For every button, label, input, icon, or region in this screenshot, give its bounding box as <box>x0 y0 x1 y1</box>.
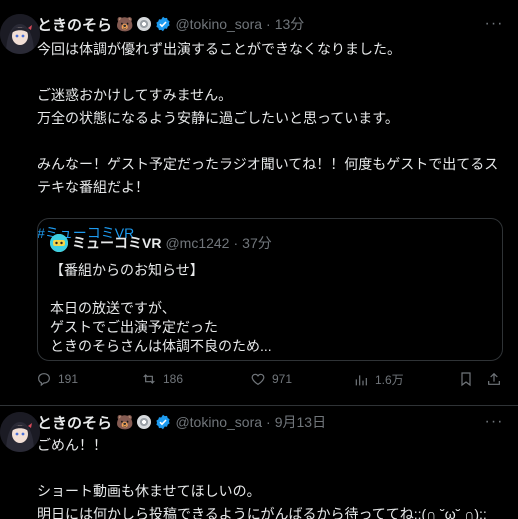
tweet[interactable]: ときのそら 🐻 @tokino_sora · 9月13日 ··· ごめん！！ シ… <box>0 406 518 519</box>
display-name[interactable]: ときのそら <box>37 412 112 433</box>
tweet[interactable]: ときのそら 🐻 @tokino_sora · 13分 ··· 今回は体調が優れず… <box>0 0 518 406</box>
timestamp[interactable]: 9月13日 <box>275 412 326 432</box>
views-button[interactable]: 1.6万 <box>353 371 404 388</box>
handle[interactable]: @tokino_sora <box>175 414 262 430</box>
text-line: ときのそらさんは体調不良のため... <box>50 338 272 354</box>
views-icon <box>355 374 367 385</box>
disc-icon <box>137 415 152 429</box>
text-line: 【番組からのお知らせ】 <box>50 262 204 278</box>
action-bar: 191 186 971 1.6万 <box>36 371 502 393</box>
text-line <box>50 280 490 299</box>
quoted-tweet-text: 【番組からのお知らせ】 本日の放送ですが、 ゲストでご出演予定だった ときのそら… <box>50 261 490 356</box>
repost-icon <box>143 374 155 384</box>
reply-count: 191 <box>58 372 79 386</box>
text-line: みんなー！ゲスト予定だったラジオ聞いてね！！何度もゲストで出てるステキな番組だよ… <box>37 156 499 195</box>
text-line <box>37 61 504 84</box>
quoted-display-name[interactable]: ミューコミVR <box>72 233 161 253</box>
like-count: 971 <box>272 372 293 386</box>
tweet-text: 今回は体調が優れず出演することができなくなりました。 ご迷惑おかけしてすみません… <box>37 38 504 245</box>
quoted-tweet-header: ミューコミVR @mc1242 · 37分 <box>50 233 272 253</box>
text-line: 万全の状態になるよう安静に過ごしたいと思っています。 <box>37 110 399 126</box>
quoted-timestamp[interactable]: 37分 <box>242 233 272 253</box>
separator: · <box>266 16 271 32</box>
bear-emoji: 🐻 <box>116 413 134 430</box>
bookmark-button[interactable] <box>458 371 474 387</box>
tweet-header: ときのそら 🐻 @tokino_sora · 13分 <box>37 14 304 34</box>
tweet-header: ときのそら 🐻 @tokino_sora · 9月13日 <box>37 412 326 432</box>
handle[interactable]: @tokino_sora <box>175 16 262 32</box>
more-icon[interactable]: ··· <box>484 412 504 432</box>
disc-icon <box>137 17 152 31</box>
like-icon <box>251 373 265 386</box>
repost-count: 186 <box>163 372 184 386</box>
like-button[interactable]: 971 <box>250 371 292 387</box>
text-line <box>37 130 504 153</box>
text-line <box>37 457 504 480</box>
bookmark-icon <box>461 372 471 387</box>
quoted-handle[interactable]: @mc1242 <box>165 235 229 251</box>
quoted-tweet[interactable]: ミューコミVR @mc1242 · 37分 【番組からのお知らせ】 本日の放送で… <box>37 218 503 361</box>
reply-icon <box>38 373 50 387</box>
text-line: ゲストでご出演予定だった <box>50 319 218 335</box>
verified-badge-icon[interactable] <box>155 16 171 32</box>
text-line: ショート動画も休ませてほしいの。 <box>37 483 261 499</box>
timestamp[interactable]: 13分 <box>275 14 305 34</box>
tweet-text: ごめん！！ ショート動画も休ませてほしいの。 明日には何かしら投稿できるようにが… <box>37 434 504 519</box>
text-line: 本日の放送ですが、 <box>50 300 176 316</box>
reply-button[interactable]: 191 <box>36 371 78 387</box>
text-line: ごめん！！ <box>37 437 107 453</box>
text-line: 今回は体調が優れず出演することができなくなりました。 <box>37 41 401 57</box>
more-icon[interactable]: ··· <box>484 14 504 34</box>
display-name[interactable]: ときのそら <box>37 14 112 35</box>
view-count: 1.6万 <box>375 373 404 387</box>
separator: · <box>266 414 271 430</box>
text-line: 明日には何かしら投稿できるようにがんばるから待っててね;;(∩ ˘ω˘ ∩);; <box>37 506 487 519</box>
verified-badge-icon[interactable] <box>155 414 171 430</box>
separator: · <box>233 235 239 251</box>
share-icon <box>488 372 500 385</box>
avatar[interactable] <box>0 412 40 452</box>
repost-button[interactable]: 186 <box>141 371 183 387</box>
share-button[interactable] <box>486 371 502 387</box>
bear-emoji: 🐻 <box>116 15 134 32</box>
quoted-avatar[interactable] <box>50 234 68 252</box>
text-line: ご迷惑おかけしてすみません。 <box>37 87 233 103</box>
avatar[interactable] <box>0 14 40 54</box>
